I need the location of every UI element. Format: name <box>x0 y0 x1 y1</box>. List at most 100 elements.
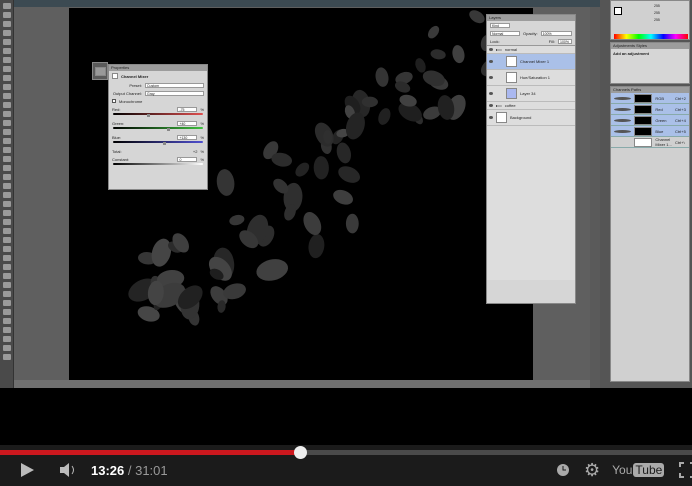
tool-icon[interactable] <box>3 111 11 117</box>
blend-mode-select[interactable]: Normal <box>490 30 520 36</box>
tool-icon[interactable] <box>3 201 11 207</box>
opacity-input[interactable]: 100% <box>540 30 572 36</box>
tool-icon[interactable] <box>3 129 11 135</box>
styles-tab[interactable]: Styles <box>636 43 647 48</box>
tool-icon[interactable] <box>3 30 11 36</box>
fill-input[interactable]: 100% <box>558 38 572 44</box>
layer-row[interactable]: Background <box>487 110 575 126</box>
tool-icon[interactable] <box>3 84 11 90</box>
channel-row[interactable]: RGB Ctrl+2 <box>611 93 689 104</box>
tool-icon[interactable] <box>3 354 11 360</box>
tool-icon[interactable] <box>3 300 11 306</box>
tools-panel[interactable] <box>0 0 14 388</box>
channel-row[interactable]: Red Ctrl+3 <box>611 104 689 115</box>
visibility-eye-icon[interactable] <box>614 96 631 100</box>
tool-icon[interactable] <box>3 336 11 342</box>
tool-icon[interactable] <box>3 291 11 297</box>
visibility-eye-icon[interactable] <box>489 92 493 95</box>
tool-icon[interactable] <box>3 282 11 288</box>
watch-later-icon[interactable] <box>556 463 570 477</box>
tool-icon[interactable] <box>3 237 11 243</box>
tool-icon[interactable] <box>3 309 11 315</box>
tool-icon[interactable] <box>3 102 11 108</box>
layer-row[interactable]: Channel Mixer 1 <box>487 54 575 70</box>
volume-icon[interactable] <box>58 461 80 479</box>
tool-icon[interactable] <box>3 246 11 252</box>
tool-icon[interactable] <box>3 3 11 9</box>
settings-gear-icon[interactable]: ⚙ <box>584 460 600 481</box>
tool-icon[interactable] <box>3 138 11 144</box>
slider-thumb[interactable] <box>163 142 167 145</box>
tool-icon[interactable] <box>3 93 11 99</box>
visibility-eye-icon[interactable] <box>614 107 631 111</box>
visibility-eye-icon[interactable] <box>489 116 493 119</box>
channel-value-input[interactable]: +130 <box>177 134 198 140</box>
progress-bar[interactable] <box>0 446 692 459</box>
color-b-value[interactable]: 255 <box>654 18 660 22</box>
preset-select[interactable]: Custom <box>145 82 204 88</box>
constant-input[interactable]: 0 <box>177 156 198 162</box>
channel-value-input[interactable]: +40 <box>177 120 198 126</box>
layer-row[interactable]: ▸▭ coffee <box>487 102 575 110</box>
tool-icon[interactable] <box>3 264 11 270</box>
channel-row[interactable]: Blue Ctrl+5 <box>611 126 689 137</box>
layer-row[interactable]: ▸▭ normal <box>487 46 575 54</box>
tool-icon[interactable] <box>3 147 11 153</box>
tool-icon[interactable] <box>3 39 11 45</box>
tool-icon[interactable] <box>3 192 11 198</box>
play-icon[interactable] <box>18 461 36 479</box>
color-ramp[interactable] <box>614 34 688 39</box>
tool-icon[interactable] <box>3 57 11 63</box>
paths-tab[interactable]: Paths <box>631 87 641 92</box>
visibility-eye-icon[interactable] <box>614 129 631 133</box>
tool-icon[interactable] <box>3 12 11 18</box>
color-g-value[interactable]: 255 <box>654 11 660 15</box>
youtube-logo[interactable]: You Tube <box>612 463 665 477</box>
adjustments-tab[interactable]: Adjustments <box>613 43 635 48</box>
channel-value-input[interactable]: -75 <box>177 106 198 112</box>
slider-thumb[interactable] <box>147 114 151 117</box>
scrubber-handle[interactable] <box>293 446 307 459</box>
tool-icon[interactable] <box>3 156 11 162</box>
visibility-eye-icon[interactable] <box>489 104 493 107</box>
output-channel-select[interactable]: Gray <box>145 90 204 96</box>
tool-icon[interactable] <box>3 345 11 351</box>
channel-slider[interactable] <box>113 141 203 145</box>
layer-row[interactable]: Hue/Saturation 1 <box>487 70 575 86</box>
tool-icon[interactable] <box>3 66 11 72</box>
tool-icon[interactable] <box>3 219 11 225</box>
visibility-eye-icon[interactable] <box>489 76 493 79</box>
tool-icon[interactable] <box>3 318 11 324</box>
tool-icon[interactable] <box>3 210 11 216</box>
monochrome-checkbox[interactable] <box>112 99 116 103</box>
tool-icon[interactable] <box>3 327 11 333</box>
channels-tab[interactable]: Channels <box>613 87 630 92</box>
tool-icon[interactable] <box>3 255 11 261</box>
fullscreen-icon[interactable] <box>679 462 692 478</box>
foreground-color-swatch[interactable] <box>614 7 622 15</box>
collapsed-panel-icon[interactable] <box>92 62 108 80</box>
channel-row[interactable]: Green Ctrl+4 <box>611 115 689 126</box>
coffee-bean <box>338 166 361 183</box>
tool-icon[interactable] <box>3 228 11 234</box>
kind-filter[interactable]: Kind <box>490 22 510 28</box>
tool-icon[interactable] <box>3 165 11 171</box>
constant-slider[interactable] <box>113 163 203 165</box>
tool-icon[interactable] <box>3 75 11 81</box>
tool-icon[interactable] <box>3 273 11 279</box>
visibility-eye-icon[interactable] <box>614 118 631 122</box>
tool-icon[interactable] <box>3 174 11 180</box>
tool-icon[interactable] <box>3 183 11 189</box>
channel-row[interactable]: Channel Mixer 1... Ctrl+\ <box>611 137 689 148</box>
visibility-eye-icon[interactable] <box>489 48 493 51</box>
slider-thumb[interactable] <box>167 128 170 131</box>
layer-row[interactable]: Layer 34 <box>487 86 575 102</box>
channel-slider[interactable] <box>113 113 203 117</box>
tool-icon[interactable] <box>3 48 11 54</box>
channel-slider[interactable] <box>113 127 203 131</box>
color-r-value[interactable]: 255 <box>654 4 660 8</box>
tool-icon[interactable] <box>3 21 11 27</box>
channel-shortcut: Ctrl+5 <box>675 128 686 134</box>
visibility-eye-icon[interactable] <box>489 60 493 63</box>
tool-icon[interactable] <box>3 120 11 126</box>
